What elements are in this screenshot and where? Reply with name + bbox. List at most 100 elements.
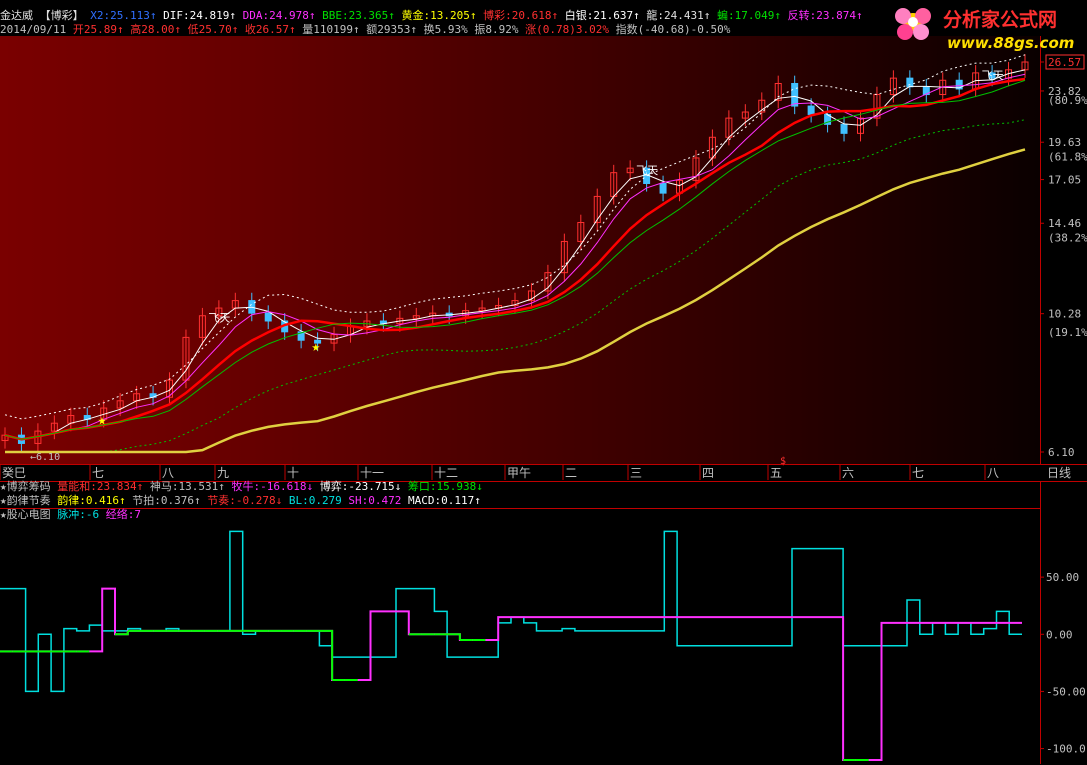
logo-url: www.88gs.com xyxy=(947,34,1074,52)
lower-dotted-line xyxy=(5,119,1026,453)
quote-field-10: 指数(-40.68)-0.50% xyxy=(609,23,731,36)
ma-magenta-line xyxy=(4,73,1026,440)
candle-body xyxy=(840,123,848,134)
x-axis-month-label: 八 xyxy=(162,466,174,480)
x-axis-month-label: 七 xyxy=(912,466,924,480)
indicator-value-1-6: MACD:0.117↑ xyxy=(401,494,481,507)
feitian-label: 飞天 xyxy=(208,312,230,325)
quote-field-2: 高28.00↑ xyxy=(123,23,181,36)
x-axis-month-label: 九 xyxy=(217,466,229,480)
indicator-value-0-5: 筹口:15.938↓ xyxy=(401,480,483,493)
quote-field-8: 振8.92% xyxy=(467,23,519,36)
chart-canvas[interactable]: 飞天飞天飞天★★←6.1026.5723.82(80.9%)19.63(61.8… xyxy=(0,0,1087,764)
ma-red-line xyxy=(4,77,1026,441)
sub-axis-label: -50.00 xyxy=(1046,685,1086,698)
quote-field-6: 额29353↑ xyxy=(359,23,418,36)
flower-logo-icon xyxy=(895,8,931,40)
indicator-value-0-4: 博弈:-23.715↓ xyxy=(313,480,402,493)
feitian-label: 飞天 xyxy=(636,164,658,177)
quote-field-9: 涨(0.78)3.02% xyxy=(518,23,609,36)
x-axis-month-label: 十 xyxy=(287,466,299,480)
indicator-value-1-3: 节奏:-0.278↓ xyxy=(200,494,283,507)
candles xyxy=(1,54,1029,452)
indicator-value-2-0: ★股心电图 xyxy=(0,508,51,521)
candle-body xyxy=(659,182,667,194)
star-marker-icon: ★ xyxy=(312,339,321,355)
indicator-value-1-1: 韵律:0.416↑ xyxy=(50,494,126,507)
indicator-value-0-1: 量能和:23.834↑ xyxy=(50,480,144,493)
price-axis-label: (38.2%) xyxy=(1048,232,1087,245)
quote-field-4: 收26.57↑ xyxy=(238,23,296,36)
x-axis-month-label: 七 xyxy=(92,466,104,480)
ex-dividend-marker: $ xyxy=(780,456,786,467)
header-indicator-2: X2:25.113↑ xyxy=(83,9,157,22)
candle-body xyxy=(264,312,272,322)
sub-axis-label: 0.00 xyxy=(1046,628,1073,641)
series-jingluo-line xyxy=(0,587,1022,761)
indicator-legend-rhythm: ★韵律节奏 韵律:0.416↑ 节拍:0.376↑ 节奏:-0.278↓ BL:… xyxy=(0,494,481,508)
header-indicator-5: BBE:23.365↑ xyxy=(315,9,395,22)
star-marker-icon: ★ xyxy=(98,412,107,428)
feitian-label: 飞天 xyxy=(982,69,1004,82)
price-axis-label: 17.05 xyxy=(1048,174,1081,187)
header-indicator-11: 反转:23.874↑ xyxy=(780,9,863,22)
series-jingluo-green-segment xyxy=(319,629,334,680)
indicator-header-row: 金达威 【博彩】 X2:25.113↑ DIF:24.819↑ DDA:24.9… xyxy=(0,9,863,22)
indicator-value-2-2: 经络:7 xyxy=(99,508,141,521)
x-axis-month-label: 癸巳 xyxy=(2,466,26,480)
site-logo: 分析家公式网 www.88gs.com xyxy=(885,0,1085,58)
series-jingluo-green-segment xyxy=(447,633,461,640)
quote-field-3: 低25.70↑ xyxy=(180,23,239,36)
sub-axis-label: 50.00 xyxy=(1046,571,1079,584)
x-axis-month-label: 二 xyxy=(565,466,577,480)
x-axis-month-label: 十一 xyxy=(360,466,384,480)
quote-field-7: 换5.93% xyxy=(417,23,468,36)
x-axis-month-label: 八 xyxy=(987,466,999,480)
candle-body xyxy=(807,105,815,115)
header-indicator-3: DIF:24.819↑ xyxy=(156,9,236,22)
price-axis-label: 14.46 xyxy=(1048,217,1081,230)
header-indicator-9: 龍:24.431↑ xyxy=(639,9,711,22)
x-axis-month-label: 五 xyxy=(770,466,782,480)
header-indicator-8: 白银:21.637↑ xyxy=(558,9,640,22)
x-axis-month-label: 甲午 xyxy=(507,466,531,480)
header-indicator-1: 【博彩】 xyxy=(33,9,84,22)
header-indicator-4: DDA:24.978↑ xyxy=(235,9,316,22)
indicator-value-1-2: 节拍:0.376↑ xyxy=(125,494,201,507)
price-axis-label: (19.1%) xyxy=(1048,326,1087,339)
sub-axis-label: -100.0 xyxy=(1046,743,1086,756)
quote-field-0: 2014/09/11 xyxy=(0,23,67,36)
indicator-value-1-5: SH:0.472 xyxy=(341,494,402,507)
x-axis-month-label: 三 xyxy=(630,466,642,480)
header-indicator-7: 博彩:20.618↑ xyxy=(476,9,559,22)
indicator-value-1-0: ★韵律节奏 xyxy=(0,494,51,507)
indicator-value-0-2: 神马:13.531↑ xyxy=(143,480,225,493)
header-indicator-6: 黄金:13.205↑ xyxy=(394,9,477,22)
price-axis-label: (61.8%) xyxy=(1048,151,1087,164)
x-axis-month-label: 十二 xyxy=(434,466,458,480)
price-axis-label: 10.28 xyxy=(1048,308,1081,321)
quote-header-row: 2014/09/11 开25.89↑ 高28.00↑ 低25.70↑ 收26.5… xyxy=(0,23,730,36)
indicator-value-0-0: ★博弈筹码 xyxy=(0,480,51,493)
indicator-value-0-3: 牧牛:-16.618↓ xyxy=(224,480,314,493)
quote-field-1: 开25.89↑ xyxy=(66,23,124,36)
x-axis-month-label: 四 xyxy=(702,466,714,480)
price-axis-label: (80.9%) xyxy=(1048,94,1087,107)
ma-white-line xyxy=(4,69,1026,440)
indicator-value-1-4: BL:0.279 xyxy=(282,494,342,507)
price-axis-label: 19.63 xyxy=(1048,136,1081,149)
logo-title: 分析家公式网 xyxy=(943,8,1057,31)
ma-green-line xyxy=(4,79,1026,440)
series-maichong-line xyxy=(0,530,1022,693)
x-axis-month-label: 六 xyxy=(842,466,854,480)
candle-body xyxy=(791,82,799,107)
price-axis-label: 6.10 xyxy=(1048,446,1075,459)
header-indicator-0: 金达威 xyxy=(0,9,33,22)
indicator-legend-ecg: ★股心电图 脉冲:-6 经络:7 xyxy=(0,508,141,522)
period-label: 日线 xyxy=(1047,466,1071,480)
quote-field-5: 量110199↑ xyxy=(295,23,360,36)
candle-body xyxy=(906,77,914,88)
low-price-label: ←6.10 xyxy=(30,452,60,463)
indicator-value-2-1: 脉冲:-6 xyxy=(50,508,100,521)
indicator-legend-chips: ★博弈筹码 量能和:23.834↑ 神马:13.531↑ 牧牛:-16.618↓… xyxy=(0,480,483,494)
